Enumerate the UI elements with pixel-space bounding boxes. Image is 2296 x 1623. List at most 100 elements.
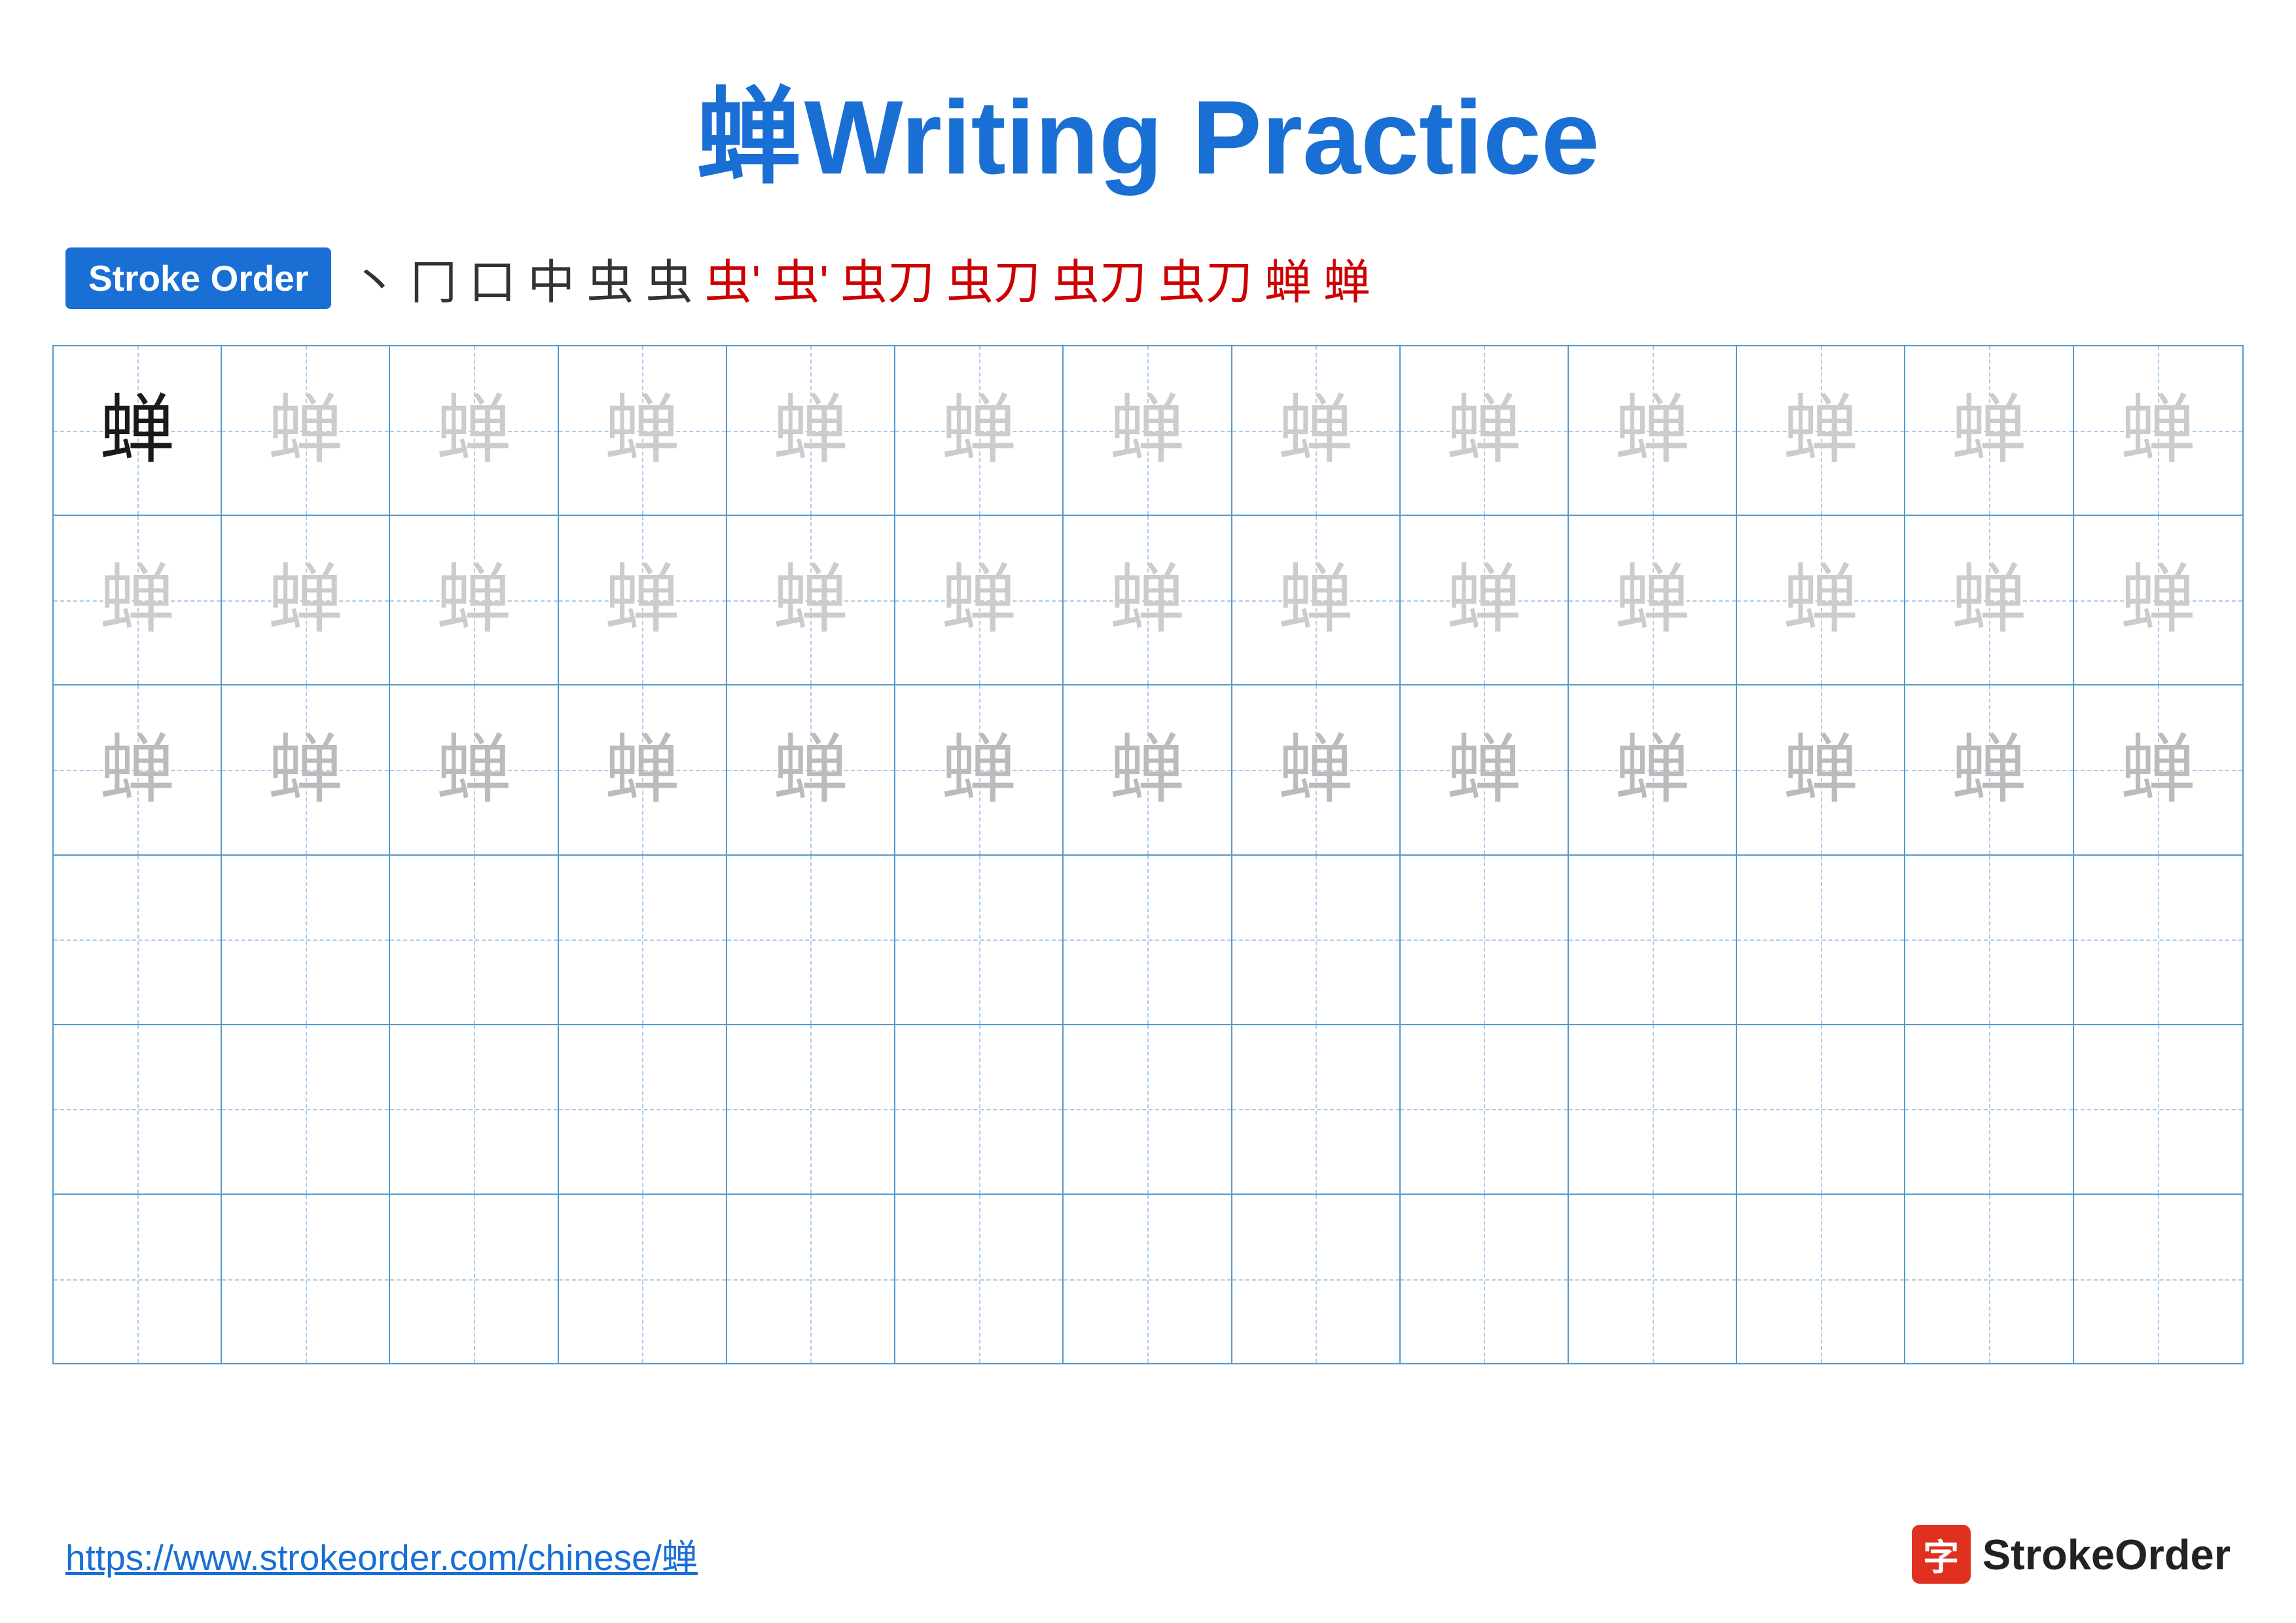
cell-3-7[interactable]: 蝉: [1064, 685, 1232, 854]
stroke-step-8: 虫': [772, 244, 829, 312]
cell-3-12[interactable]: 蝉: [1905, 685, 2073, 854]
cell-3-5[interactable]: 蝉: [727, 685, 895, 854]
cell-5-4[interactable]: [559, 1025, 727, 1194]
stroke-step-6: 虫: [645, 244, 692, 312]
cell-3-8[interactable]: 蝉: [1232, 685, 1401, 854]
cell-5-3[interactable]: [390, 1025, 558, 1194]
grid-row-4: [54, 856, 2242, 1025]
cell-5-10[interactable]: [1569, 1025, 1737, 1194]
cell-6-2[interactable]: [222, 1195, 390, 1363]
cell-1-6[interactable]: 蝉: [895, 346, 1064, 515]
cell-6-4[interactable]: [559, 1195, 727, 1363]
cell-3-9[interactable]: 蝉: [1401, 685, 1569, 854]
stroke-step-1: 丶: [351, 244, 398, 312]
cell-4-1[interactable]: [54, 856, 222, 1024]
cell-1-10[interactable]: 蝉: [1569, 346, 1737, 515]
cell-1-2[interactable]: 蝉: [222, 346, 390, 515]
stroke-step-12: 虫刀: [1158, 244, 1253, 312]
cell-5-2[interactable]: [222, 1025, 390, 1194]
grid-row-3: 蝉 蝉 蝉 蝉 蝉 蝉 蝉 蝉 蝉 蝉 蝉 蝉 蝉: [54, 685, 2242, 855]
cell-4-13[interactable]: [2074, 856, 2242, 1024]
cell-1-1[interactable]: 蝉: [54, 346, 222, 515]
cell-2-12[interactable]: 蝉: [1905, 516, 2073, 684]
title-text: Writing Practice: [804, 79, 1600, 196]
cell-6-3[interactable]: [390, 1195, 558, 1363]
cell-5-13[interactable]: [2074, 1025, 2242, 1194]
cell-5-6[interactable]: [895, 1025, 1064, 1194]
logo-text: StrokeOrder: [1982, 1530, 2231, 1579]
cell-2-4[interactable]: 蝉: [559, 516, 727, 684]
cell-4-7[interactable]: [1064, 856, 1232, 1024]
cell-2-9[interactable]: 蝉: [1401, 516, 1569, 684]
cell-4-2[interactable]: [222, 856, 390, 1024]
cell-5-8[interactable]: [1232, 1025, 1401, 1194]
footer-url[interactable]: https://www.strokeorder.com/chinese/蝉: [65, 1528, 698, 1580]
cell-1-13[interactable]: 蝉: [2074, 346, 2242, 515]
stroke-step-7: 虫': [704, 244, 761, 312]
cell-5-11[interactable]: [1737, 1025, 1905, 1194]
stroke-order-badge: Stroke Order: [65, 247, 331, 309]
cell-3-3[interactable]: 蝉: [390, 685, 558, 854]
cell-3-4[interactable]: 蝉: [559, 685, 727, 854]
stroke-steps: 丶 冂 口 中 虫 虫 虫' 虫' 虫刀 虫刀 虫刀 虫刀 蝉 蝉: [351, 244, 1371, 312]
cell-3-13[interactable]: 蝉: [2074, 685, 2242, 854]
cell-4-6[interactable]: [895, 856, 1064, 1024]
cell-6-9[interactable]: [1401, 1195, 1569, 1363]
cell-2-10[interactable]: 蝉: [1569, 516, 1737, 684]
cell-6-5[interactable]: [727, 1195, 895, 1363]
cell-2-3[interactable]: 蝉: [390, 516, 558, 684]
cell-2-6[interactable]: 蝉: [895, 516, 1064, 684]
cell-6-7[interactable]: [1064, 1195, 1232, 1363]
cell-2-13[interactable]: 蝉: [2074, 516, 2242, 684]
cell-1-12[interactable]: 蝉: [1905, 346, 2073, 515]
cell-1-5[interactable]: 蝉: [727, 346, 895, 515]
footer-logo: 字 StrokeOrder: [1912, 1525, 2231, 1584]
cell-6-8[interactable]: [1232, 1195, 1401, 1363]
cell-6-13[interactable]: [2074, 1195, 2242, 1363]
cell-6-6[interactable]: [895, 1195, 1064, 1363]
stroke-step-9: 虫刀: [840, 244, 935, 312]
practice-grid[interactable]: 蝉 蝉 蝉 蝉 蝉 蝉 蝉 蝉 蝉 蝉 蝉 蝉 蝉 蝉 蝉 蝉 蝉 蝉 蝉 蝉 …: [52, 345, 2244, 1364]
cell-5-12[interactable]: [1905, 1025, 2073, 1194]
cell-2-7[interactable]: 蝉: [1064, 516, 1232, 684]
cell-6-12[interactable]: [1905, 1195, 2073, 1363]
cell-6-1[interactable]: [54, 1195, 222, 1363]
grid-row-1: 蝉 蝉 蝉 蝉 蝉 蝉 蝉 蝉 蝉 蝉 蝉 蝉 蝉: [54, 346, 2242, 516]
cell-4-8[interactable]: [1232, 856, 1401, 1024]
cell-2-1[interactable]: 蝉: [54, 516, 222, 684]
page-title: 蝉 Writing Practice: [0, 0, 2296, 244]
cell-5-7[interactable]: [1064, 1025, 1232, 1194]
grid-row-2: 蝉 蝉 蝉 蝉 蝉 蝉 蝉 蝉 蝉 蝉 蝉 蝉 蝉: [54, 516, 2242, 685]
cell-1-11[interactable]: 蝉: [1737, 346, 1905, 515]
stroke-order-section: Stroke Order 丶 冂 口 中 虫 虫 虫' 虫' 虫刀 虫刀 虫刀 …: [0, 244, 2296, 312]
cell-6-11[interactable]: [1737, 1195, 1905, 1363]
cell-2-2[interactable]: 蝉: [222, 516, 390, 684]
cell-4-11[interactable]: [1737, 856, 1905, 1024]
cell-2-5[interactable]: 蝉: [727, 516, 895, 684]
cell-4-10[interactable]: [1569, 856, 1737, 1024]
cell-4-3[interactable]: [390, 856, 558, 1024]
title-char: 蝉: [696, 79, 801, 196]
stroke-step-2: 冂: [410, 244, 457, 312]
cell-1-3[interactable]: 蝉: [390, 346, 558, 515]
cell-3-11[interactable]: 蝉: [1737, 685, 1905, 854]
cell-5-5[interactable]: [727, 1025, 895, 1194]
cell-4-4[interactable]: [559, 856, 727, 1024]
cell-5-9[interactable]: [1401, 1025, 1569, 1194]
cell-3-1[interactable]: 蝉: [54, 685, 222, 854]
cell-3-2[interactable]: 蝉: [222, 685, 390, 854]
cell-5-1[interactable]: [54, 1025, 222, 1194]
cell-6-10[interactable]: [1569, 1195, 1737, 1363]
cell-3-6[interactable]: 蝉: [895, 685, 1064, 854]
cell-1-4[interactable]: 蝉: [559, 346, 727, 515]
cell-4-12[interactable]: [1905, 856, 2073, 1024]
cell-1-9[interactable]: 蝉: [1401, 346, 1569, 515]
cell-1-7[interactable]: 蝉: [1064, 346, 1232, 515]
cell-3-10[interactable]: 蝉: [1569, 685, 1737, 854]
cell-4-5[interactable]: [727, 856, 895, 1024]
cell-4-9[interactable]: [1401, 856, 1569, 1024]
footer: https://www.strokeorder.com/chinese/蝉 字 …: [65, 1525, 2231, 1584]
cell-2-11[interactable]: 蝉: [1737, 516, 1905, 684]
cell-1-8[interactable]: 蝉: [1232, 346, 1401, 515]
cell-2-8[interactable]: 蝉: [1232, 516, 1401, 684]
